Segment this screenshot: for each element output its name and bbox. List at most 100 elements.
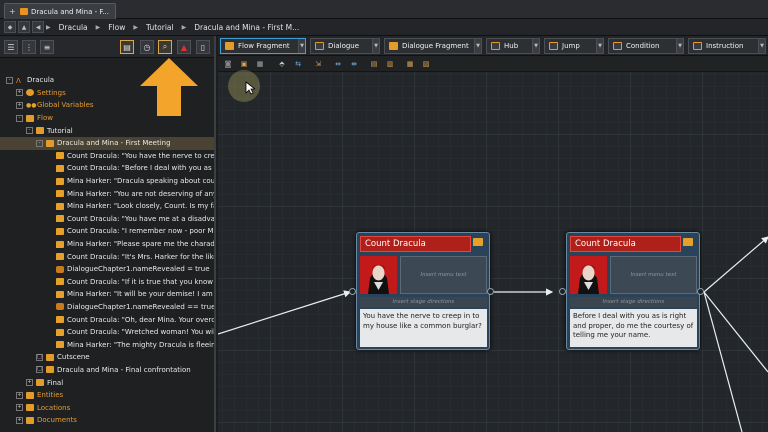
node-speaker[interactable]: Count Dracula: [570, 236, 681, 252]
tree-item[interactable]: Count Dracula: "Oh, dear Mina. Your over…: [0, 313, 214, 326]
tree-item[interactable]: DialogueChapter1.nameRevealed == true: [0, 301, 214, 314]
expand-icon[interactable]: □: [36, 353, 43, 361]
breadcrumb-item-tutorial[interactable]: Tutorial: [140, 23, 180, 32]
tab-condition[interactable]: Condition ▼: [608, 38, 684, 54]
search-icon[interactable]: ⌕: [158, 40, 172, 54]
tree-item[interactable]: Mina Harker: "The mighty Dracula is flee…: [0, 338, 214, 351]
dropdown-icon[interactable]: ▼: [532, 39, 539, 53]
insert-icon[interactable]: ⇲: [312, 58, 324, 69]
tree-item[interactable]: Mina Harker: "Look closely, Count. Is my…: [0, 200, 214, 213]
link-icon[interactable]: ⇆: [292, 58, 304, 69]
breadcrumb-item-project[interactable]: Dracula: [53, 23, 94, 32]
expand-icon[interactable]: +: [26, 379, 33, 387]
collapse-icon[interactable]: -: [26, 127, 33, 135]
tab-flow-fragment[interactable]: Flow Fragment ▼: [220, 38, 306, 54]
dialogue-text[interactable]: Before I deal with you as is right and p…: [570, 309, 697, 347]
tree-item[interactable]: - Tutorial: [0, 124, 214, 137]
tree-item-label: Count Dracula: "Oh, dear Mina. Your over…: [67, 315, 214, 324]
stage-directions-field[interactable]: Insert stage directions: [570, 297, 697, 307]
tree-item-label: Global Variables: [37, 101, 94, 110]
tree-item[interactable]: Mina Harker: "Dracula speaking about cou…: [0, 175, 214, 188]
dropdown-icon[interactable]: ▼: [372, 39, 379, 53]
warning-icon[interactable]: ▲: [177, 40, 191, 54]
new-tab-icon[interactable]: +: [9, 7, 17, 16]
expand-icon[interactable]: □: [36, 366, 43, 374]
dropdown-icon[interactable]: ▼: [474, 39, 481, 53]
align-horizontal-icon[interactable]: ⇹: [332, 58, 344, 69]
tab-hub[interactable]: Hub ▼: [486, 38, 540, 54]
tab-instruction[interactable]: Instruction ▼: [688, 38, 766, 54]
expand-icon[interactable]: +: [16, 416, 23, 424]
tree-view-icon[interactable]: ⋮: [22, 40, 36, 54]
document-icon[interactable]: ▯: [196, 40, 210, 54]
dialogue-text[interactable]: You have the nerve to creep in to my hou…: [360, 309, 487, 347]
output-pin[interactable]: [697, 288, 704, 295]
play-icon[interactable]: ▣: [238, 58, 250, 69]
expand-icon[interactable]: +: [16, 101, 23, 109]
expand-icon[interactable]: +: [16, 404, 23, 412]
back-button[interactable]: ◀: [32, 21, 44, 33]
document-tab[interactable]: + Dracula and Mina - F...: [4, 3, 116, 19]
tree-item[interactable]: □ Dracula and Mina - Final confrontation: [0, 364, 214, 377]
collapse-icon[interactable]: -: [16, 114, 23, 122]
pin-icon[interactable]: ▦: [254, 58, 266, 69]
dialogue-fragment-node[interactable]: Count Dracula Insert menu text Insert st…: [356, 232, 490, 350]
dialogue-fragment-node[interactable]: Count Dracula Insert menu text Insert st…: [566, 232, 700, 350]
dropdown-icon[interactable]: ▼: [676, 39, 683, 53]
layer-up-icon[interactable]: ▤: [368, 58, 380, 69]
expand-icon[interactable]: +: [16, 89, 23, 97]
tree-item[interactable]: DialogueChapter1.nameRevealed = true: [0, 263, 214, 276]
breadcrumb-item-current[interactable]: Dracula and Mina - First M...: [188, 23, 305, 32]
list-view-icon[interactable]: ☰: [4, 40, 18, 54]
tree-item[interactable]: + Locations: [0, 401, 214, 414]
tree-item[interactable]: Count Dracula: "Wretched woman! You will…: [0, 326, 214, 339]
tree-item[interactable]: Mina Harker: "Please spare me the charad…: [0, 238, 214, 251]
camera-icon[interactable]: ◙: [222, 58, 234, 69]
breadcrumb: ◆ ▲ ◀ ▶ Dracula ▶ Flow ▶ Tutorial ▶ Drac…: [0, 19, 768, 36]
variables-icon: ●●: [26, 101, 37, 109]
tree-item-label: Flow: [37, 114, 53, 123]
dropdown-icon[interactable]: ▼: [758, 39, 765, 53]
tab-dialogue-fragment[interactable]: Dialogue Fragment ▼: [384, 38, 482, 54]
node-speaker[interactable]: Count Dracula: [360, 236, 471, 252]
tree-item[interactable]: + Final: [0, 376, 214, 389]
home-button[interactable]: ◆: [4, 21, 16, 33]
dropdown-icon[interactable]: ▼: [596, 39, 603, 53]
clock-icon[interactable]: ◷: [140, 40, 154, 54]
dropdown-icon[interactable]: ▼: [298, 39, 305, 53]
breadcrumb-item-flow[interactable]: Flow: [102, 23, 131, 32]
collapse-icon[interactable]: -: [6, 76, 13, 84]
stage-directions-field[interactable]: Insert stage directions: [360, 297, 487, 307]
connect-icon[interactable]: ⬘: [276, 58, 288, 69]
tab-jump[interactable]: Jump ▼: [544, 38, 604, 54]
align-center-icon[interactable]: ⇼: [348, 58, 360, 69]
output-pin[interactable]: [487, 288, 494, 295]
collapse-icon[interactable]: ≡: [40, 40, 54, 54]
tree-item[interactable]: Mina Harker: "You are not deserving of a…: [0, 187, 214, 200]
tab-dialogue[interactable]: Dialogue ▼: [310, 38, 380, 54]
tree-item[interactable]: Count Dracula: "You have the nerve to cr…: [0, 150, 214, 163]
tree-item[interactable]: Count Dracula: "You have me at a disadva…: [0, 213, 214, 226]
input-pin[interactable]: [349, 288, 356, 295]
tree-item[interactable]: + Documents: [0, 414, 214, 427]
connection-line: [703, 291, 743, 432]
tree-item[interactable]: - Dracula and Mina - First Meeting: [0, 136, 214, 150]
ungroup-icon[interactable]: ▧: [420, 58, 432, 69]
tree-item[interactable]: Count Dracula: "It's Mrs. Harker for the…: [0, 250, 214, 263]
layer-down-icon[interactable]: ▥: [384, 58, 396, 69]
tree-item[interactable]: □ Cutscene: [0, 351, 214, 364]
expand-icon[interactable]: +: [16, 391, 23, 399]
tree-item[interactable]: Count Dracula: "If it is true that you k…: [0, 276, 214, 289]
menu-text-field[interactable]: Insert menu text: [610, 256, 697, 294]
group-icon[interactable]: ▦: [404, 58, 416, 69]
tree-item[interactable]: Count Dracula: "I remember now - poor Mr…: [0, 225, 214, 238]
up-button[interactable]: ▲: [18, 21, 30, 33]
flow-list-icon[interactable]: ▤: [120, 40, 134, 54]
collapse-icon[interactable]: -: [36, 139, 43, 147]
tree-item[interactable]: Count Dracula: "Before I deal with you a…: [0, 162, 214, 175]
input-pin[interactable]: [559, 288, 566, 295]
tree-item[interactable]: + Entities: [0, 389, 214, 402]
tree-item[interactable]: Mina Harker: "It will be your demise! I …: [0, 288, 214, 301]
tree-item-label: DialogueChapter1.nameRevealed == true: [67, 302, 214, 311]
menu-text-field[interactable]: Insert menu text: [400, 256, 487, 294]
